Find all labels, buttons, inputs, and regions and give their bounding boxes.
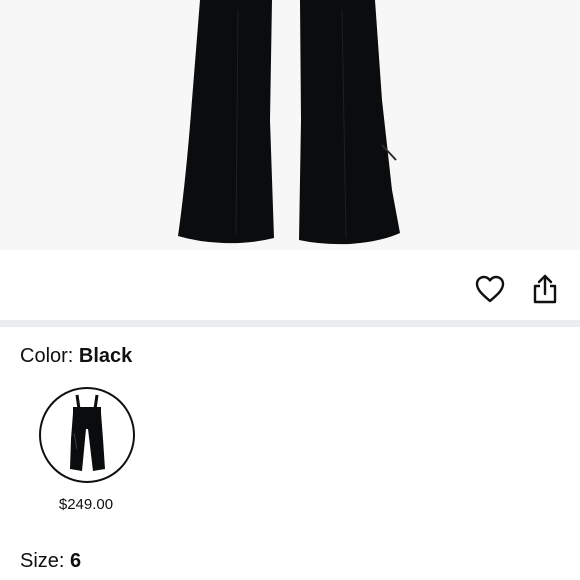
color-swatch-black[interactable]	[39, 387, 135, 483]
product-image	[178, 0, 400, 245]
color-selection-label: Color: Black	[20, 344, 132, 368]
black-ski-pants-thumbnail	[70, 394, 105, 471]
heart-outline-icon[interactable]	[473, 272, 507, 306]
product-action-bar	[0, 250, 580, 320]
color-value: Black	[78, 345, 133, 367]
size-selection-label: Size: 6	[20, 549, 81, 573]
color-label: Color:	[20, 345, 74, 367]
size-value: 6	[70, 550, 82, 572]
size-label: Size:	[20, 550, 65, 572]
share-icon[interactable]	[528, 272, 562, 306]
product-image-area[interactable]	[0, 0, 580, 250]
section-divider	[0, 320, 580, 327]
swatch-price: $249.00	[58, 496, 114, 513]
